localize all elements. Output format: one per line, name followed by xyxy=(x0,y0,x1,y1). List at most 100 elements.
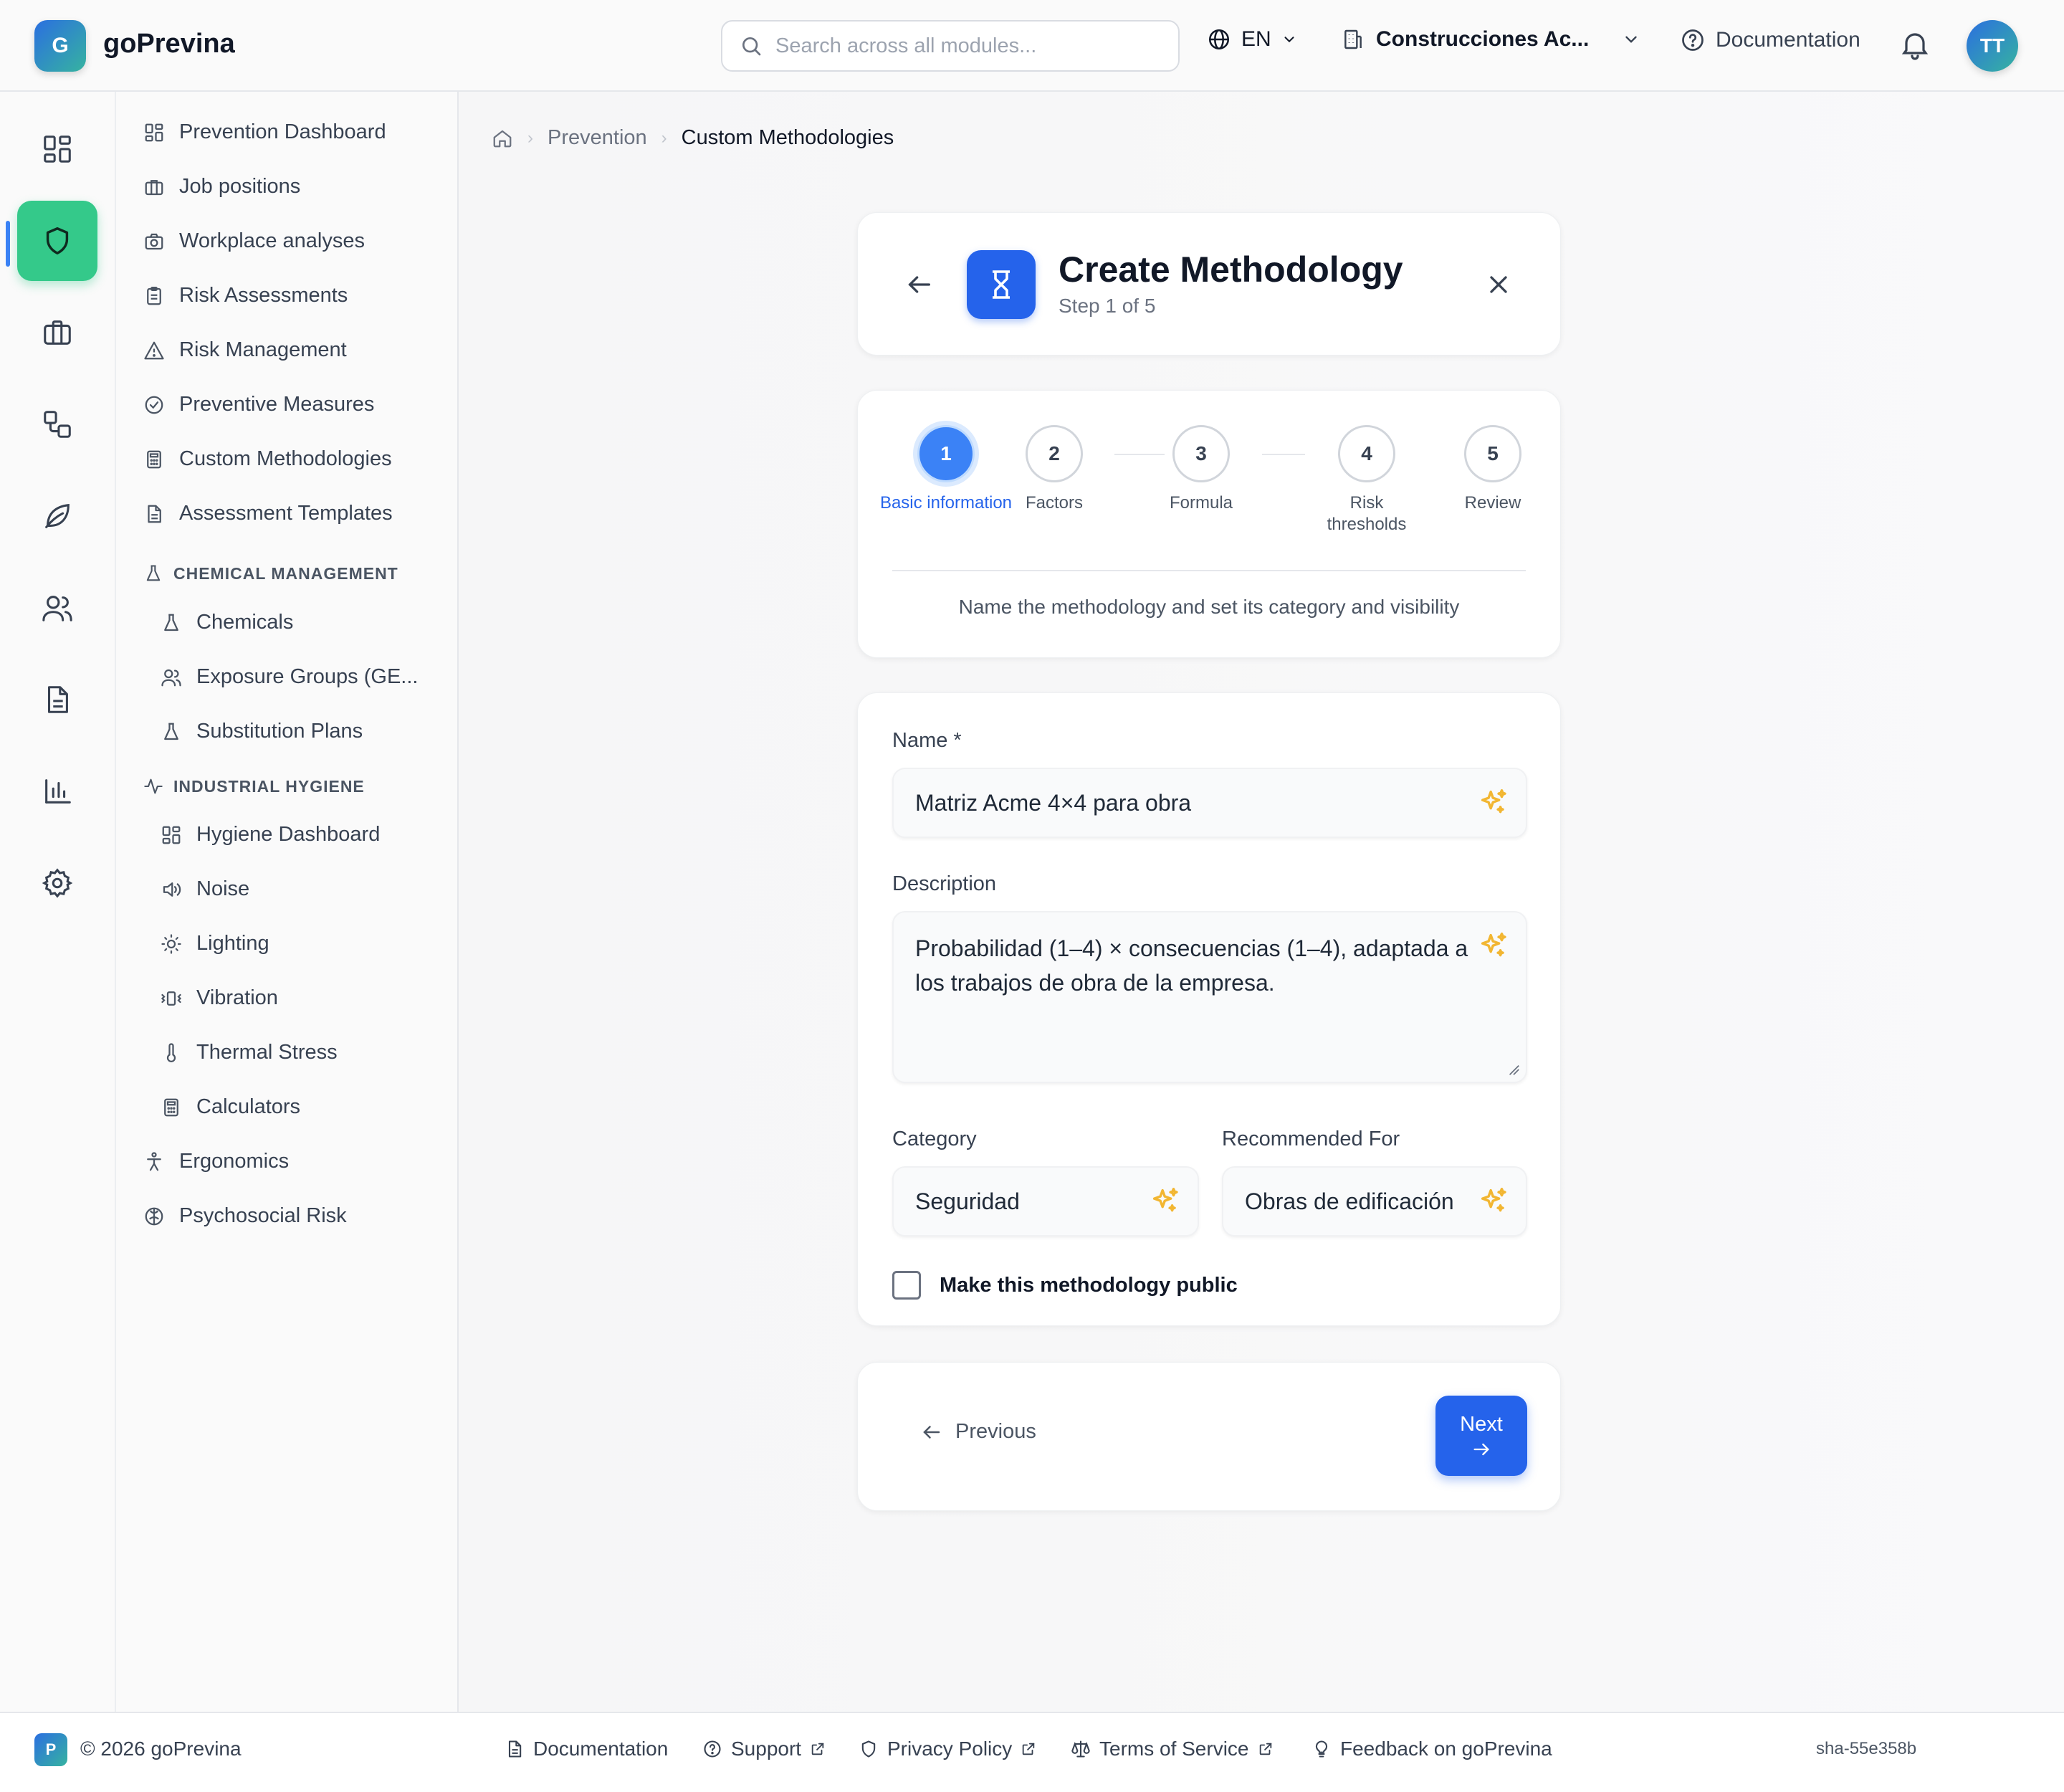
step-description: Name the methodology and set its categor… xyxy=(958,596,1460,618)
rail-workflow[interactable] xyxy=(17,384,97,464)
nav-workplace-analyses[interactable]: Workplace analyses xyxy=(143,229,365,253)
documentation-link[interactable]: Documentation xyxy=(1680,27,1860,53)
footer-link-label: Support xyxy=(731,1738,802,1760)
footer-privacy-link[interactable]: Privacy Policy xyxy=(859,1738,1036,1760)
step-2[interactable]: 2 Factors xyxy=(1011,425,1097,514)
nav-custom-methodologies[interactable]: Custom Methodologies xyxy=(143,447,392,471)
user-avatar[interactable]: TT xyxy=(1967,20,2018,72)
dashboard-icon xyxy=(41,133,74,166)
users-icon xyxy=(161,667,182,688)
close-icon[interactable] xyxy=(1484,270,1513,299)
step-connector xyxy=(1262,454,1305,455)
nav-risk-management[interactable]: Risk Management xyxy=(143,338,347,362)
section-label: INDUSTRIAL HYGIENE xyxy=(173,776,365,796)
rail-settings[interactable] xyxy=(17,843,97,923)
nav-hygiene-dashboard[interactable]: Hygiene Dashboard xyxy=(161,823,380,847)
brand-name[interactable]: goPrevina xyxy=(103,29,235,59)
nav-exposure-groups[interactable]: Exposure Groups (GE... xyxy=(161,665,418,689)
file-icon xyxy=(505,1739,525,1759)
description-textarea[interactable] xyxy=(894,912,1526,1082)
public-checkbox-label[interactable]: Make this methodology public xyxy=(940,1274,1238,1297)
name-field[interactable] xyxy=(892,768,1527,838)
public-toggle-row[interactable]: Make this methodology public xyxy=(892,1271,1238,1300)
rail-dashboard[interactable] xyxy=(17,109,97,189)
sparkle-icon[interactable] xyxy=(1477,786,1510,819)
global-search[interactable] xyxy=(721,20,1180,72)
footer-documentation-link[interactable]: Documentation xyxy=(505,1738,668,1760)
previous-label: Previous xyxy=(955,1420,1036,1443)
rail-prevention[interactable] xyxy=(17,201,97,281)
section-industrial-hygiene[interactable]: INDUSTRIAL HYGIENE xyxy=(143,776,365,796)
home-icon[interactable] xyxy=(492,128,513,149)
nav-risk-assessments[interactable]: Risk Assessments xyxy=(143,284,348,308)
sparkle-icon[interactable] xyxy=(1477,930,1510,963)
step-label: Factors xyxy=(1025,493,1083,513)
thermometer-icon xyxy=(161,1042,182,1064)
step-1[interactable]: 1 Basic information xyxy=(878,425,1014,514)
briefcase-icon xyxy=(41,316,74,349)
nav-ergonomics[interactable]: Ergonomics xyxy=(143,1150,289,1173)
breadcrumb-prevention[interactable]: Prevention xyxy=(548,126,647,150)
section-chemical-management[interactable]: CHEMICAL MANAGEMENT xyxy=(143,563,398,583)
previous-button[interactable]: Previous xyxy=(921,1420,1036,1444)
nav-vibration[interactable]: Vibration xyxy=(161,986,278,1010)
description-field[interactable] xyxy=(892,911,1527,1083)
search-input[interactable] xyxy=(775,34,1162,58)
wizard-title: Create Methodology xyxy=(1059,249,1403,290)
nav-assessment-templates[interactable]: Assessment Templates xyxy=(143,502,393,525)
footer-terms-link[interactable]: Terms of Service xyxy=(1071,1738,1274,1760)
shield-icon xyxy=(859,1739,879,1759)
nav-thermal-stress[interactable]: Thermal Stress xyxy=(161,1041,338,1064)
name-input[interactable] xyxy=(894,769,1526,837)
category-field[interactable] xyxy=(892,1166,1199,1236)
breadcrumb: › Prevention › Custom Methodologies xyxy=(492,126,894,150)
build-sha: sha-55e358b xyxy=(1816,1739,1917,1758)
nav-psychosocial-risk[interactable]: Psychosocial Risk xyxy=(143,1204,347,1228)
chevron-right-icon: › xyxy=(527,128,533,148)
sparkle-icon[interactable] xyxy=(1149,1185,1182,1218)
nav-substitution-plans[interactable]: Substitution Plans xyxy=(161,720,363,743)
nav-calculators[interactable]: Calculators xyxy=(161,1095,300,1119)
footer-support-link[interactable]: Support xyxy=(702,1738,826,1760)
methodology-icon xyxy=(967,250,1036,319)
notifications-button[interactable] xyxy=(1898,27,1932,62)
nav-chemicals[interactable]: Chemicals xyxy=(161,611,293,634)
rail-people[interactable] xyxy=(17,568,97,648)
active-indicator xyxy=(6,221,10,267)
briefcase-icon xyxy=(143,176,165,198)
rail-environment[interactable] xyxy=(17,476,97,556)
sparkle-icon[interactable] xyxy=(1477,1185,1510,1218)
recommended-for-field[interactable] xyxy=(1222,1166,1527,1236)
rail-jobs[interactable] xyxy=(17,292,97,373)
step-3[interactable]: 3 Formula xyxy=(1155,425,1248,514)
icon-rail xyxy=(0,92,116,1712)
resize-handle-icon[interactable] xyxy=(1507,1063,1520,1076)
nav-prevention-dashboard[interactable]: Prevention Dashboard xyxy=(143,120,386,144)
step-5[interactable]: 5 Review xyxy=(1450,425,1536,514)
category-label: Category xyxy=(892,1128,977,1150)
nav-lighting[interactable]: Lighting xyxy=(161,932,269,955)
nav-label: Thermal Stress xyxy=(196,1041,338,1064)
nav-job-positions[interactable]: Job positions xyxy=(143,175,300,199)
footer-feedback-link[interactable]: Feedback on goPrevina xyxy=(1312,1738,1552,1760)
step-4[interactable]: 4 Risk thresholds xyxy=(1317,425,1417,535)
nav-label: Preventive Measures xyxy=(179,393,375,416)
nav-preventive-measures[interactable]: Preventive Measures xyxy=(143,393,374,416)
nav-label: Risk Assessments xyxy=(179,284,348,307)
leaf-icon xyxy=(41,500,74,533)
rail-documents[interactable] xyxy=(17,659,97,740)
app-logo[interactable]: G xyxy=(34,20,86,72)
grid-icon xyxy=(143,122,165,143)
language-label: EN xyxy=(1241,27,1271,51)
nav-label: Vibration xyxy=(196,986,278,1009)
recommended-for-label: Recommended For xyxy=(1222,1128,1400,1150)
back-arrow-icon[interactable] xyxy=(905,270,934,299)
rail-reports[interactable] xyxy=(17,751,97,831)
language-selector[interactable]: EN xyxy=(1207,27,1297,52)
nav-noise[interactable]: Noise xyxy=(161,877,249,901)
step-label: Formula xyxy=(1169,493,1233,513)
public-checkbox[interactable] xyxy=(892,1271,921,1300)
next-button[interactable]: Next xyxy=(1435,1396,1527,1476)
external-link-icon xyxy=(810,1741,826,1757)
company-selector[interactable]: Construcciones Ac... xyxy=(1342,27,1640,52)
